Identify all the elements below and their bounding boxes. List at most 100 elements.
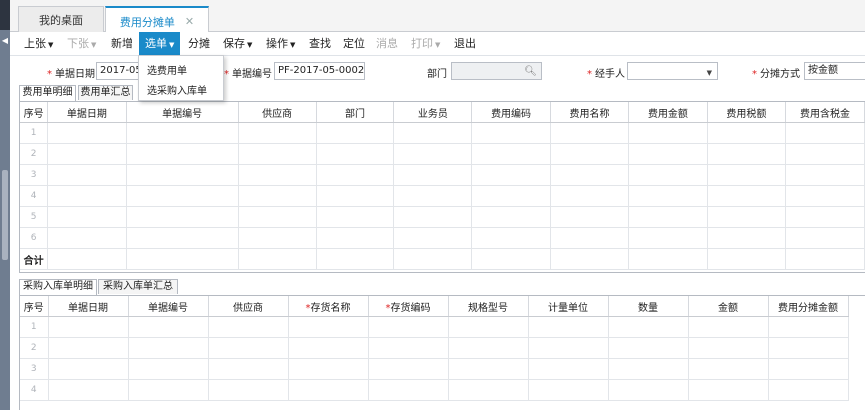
table-row[interactable]: 3	[20, 164, 865, 186]
table-cell[interactable]	[448, 337, 529, 359]
table-cell[interactable]	[316, 143, 395, 165]
table-cell[interactable]	[550, 164, 630, 186]
table-cell[interactable]	[707, 185, 787, 207]
table-cell[interactable]	[393, 206, 473, 228]
prev-button[interactable]: 上张 ▼	[24, 32, 53, 56]
table-cell[interactable]	[48, 316, 129, 338]
table-cell[interactable]	[471, 227, 551, 249]
menu-item-select-purchase-receipt[interactable]: 选采购入库单	[147, 82, 207, 97]
table-row[interactable]: 5	[20, 206, 865, 228]
method-select[interactable]: 按金额	[804, 62, 865, 80]
table-cell[interactable]	[368, 337, 449, 359]
table-cell[interactable]	[707, 122, 787, 144]
table-cell[interactable]	[126, 164, 239, 186]
table-cell[interactable]	[528, 358, 609, 380]
table-row[interactable]: 1	[20, 316, 849, 338]
save-button[interactable]: 保存 ▼	[223, 32, 252, 56]
table-row[interactable]: 3	[20, 358, 849, 380]
table-cell[interactable]	[288, 358, 369, 380]
table-cell[interactable]	[48, 358, 129, 380]
allocate-button[interactable]: 分摊	[188, 32, 210, 56]
table-cell[interactable]	[393, 122, 473, 144]
find-button[interactable]: 查找	[309, 32, 331, 56]
date-input[interactable]: 2017-05-	[96, 62, 142, 80]
search-icon[interactable]: 🔍︎	[524, 64, 537, 79]
table-cell[interactable]	[128, 337, 209, 359]
message-button[interactable]: 消息	[376, 32, 398, 56]
table-cell[interactable]	[608, 358, 689, 380]
table-cell[interactable]	[550, 206, 630, 228]
table-cell[interactable]	[785, 206, 865, 228]
table-cell[interactable]	[550, 185, 630, 207]
table-cell[interactable]	[128, 358, 209, 380]
tab-purchase-summary[interactable]: 采购入库单汇总	[98, 279, 178, 294]
table-cell[interactable]	[707, 227, 787, 249]
table-cell[interactable]	[288, 337, 369, 359]
table-cell[interactable]	[208, 379, 289, 401]
table-cell[interactable]	[448, 316, 529, 338]
tab-expense-allocation[interactable]: 费用分摊单 ✕	[105, 6, 209, 35]
table-cell[interactable]	[688, 358, 769, 380]
table-cell[interactable]	[238, 206, 317, 228]
tab-purchase-detail[interactable]: 采购入库单明细	[19, 279, 97, 295]
table-cell[interactable]	[628, 206, 708, 228]
locate-button[interactable]: 定位	[343, 32, 365, 56]
table-cell[interactable]	[471, 206, 551, 228]
table-cell[interactable]	[368, 379, 449, 401]
table-cell[interactable]	[448, 379, 529, 401]
table-cell[interactable]	[768, 358, 849, 380]
table-cell[interactable]	[126, 143, 239, 165]
table-cell[interactable]	[550, 122, 630, 144]
table-cell[interactable]	[471, 122, 551, 144]
tab-desktop[interactable]: 我的桌面	[18, 6, 104, 33]
table-cell[interactable]	[471, 143, 551, 165]
table-cell[interactable]	[628, 143, 708, 165]
table-cell[interactable]	[48, 337, 129, 359]
tab-expense-detail[interactable]: 费用单明细	[19, 85, 76, 101]
table-cell[interactable]	[126, 227, 239, 249]
close-tab-icon[interactable]: ✕	[185, 15, 194, 28]
table-row[interactable]: 4	[20, 379, 849, 401]
table-cell[interactable]	[471, 185, 551, 207]
table-cell[interactable]	[393, 185, 473, 207]
table-row[interactable]: 6	[20, 227, 865, 249]
table-cell[interactable]	[785, 185, 865, 207]
table-cell[interactable]	[238, 185, 317, 207]
table-cell[interactable]	[208, 358, 289, 380]
dept-input[interactable]: 🔍︎	[451, 62, 542, 80]
handler-select[interactable]: ▼	[627, 62, 718, 80]
table-cell[interactable]	[528, 337, 609, 359]
menu-item-select-expense[interactable]: 选费用单	[147, 62, 187, 77]
table-row[interactable]: 4	[20, 185, 865, 207]
table-cell[interactable]	[47, 185, 127, 207]
table-cell[interactable]	[707, 206, 787, 228]
table-cell[interactable]	[608, 316, 689, 338]
table-cell[interactable]	[448, 358, 529, 380]
tab-expense-summary[interactable]: 费用单汇总	[78, 85, 133, 100]
table-cell[interactable]	[785, 227, 865, 249]
number-input[interactable]: PF-2017-05-0002	[274, 62, 365, 80]
table-cell[interactable]	[768, 316, 849, 338]
table-cell[interactable]	[288, 379, 369, 401]
table-cell[interactable]	[47, 143, 127, 165]
table-cell[interactable]	[47, 164, 127, 186]
table-cell[interactable]	[628, 185, 708, 207]
table-row[interactable]: 2	[20, 337, 849, 359]
table-cell[interactable]	[628, 164, 708, 186]
table-cell[interactable]	[47, 206, 127, 228]
table-cell[interactable]	[128, 379, 209, 401]
table-cell[interactable]	[608, 379, 689, 401]
table-cell[interactable]	[368, 358, 449, 380]
table-cell[interactable]	[126, 122, 239, 144]
table-row[interactable]: 1	[20, 122, 865, 144]
table-cell[interactable]	[393, 143, 473, 165]
table-cell[interactable]	[785, 143, 865, 165]
table-cell[interactable]	[316, 206, 395, 228]
table-cell[interactable]	[48, 379, 129, 401]
table-cell[interactable]	[471, 164, 551, 186]
table-cell[interactable]	[126, 185, 239, 207]
table-cell[interactable]	[608, 337, 689, 359]
table-cell[interactable]	[628, 227, 708, 249]
table-cell[interactable]	[316, 227, 395, 249]
table-cell[interactable]	[393, 227, 473, 249]
